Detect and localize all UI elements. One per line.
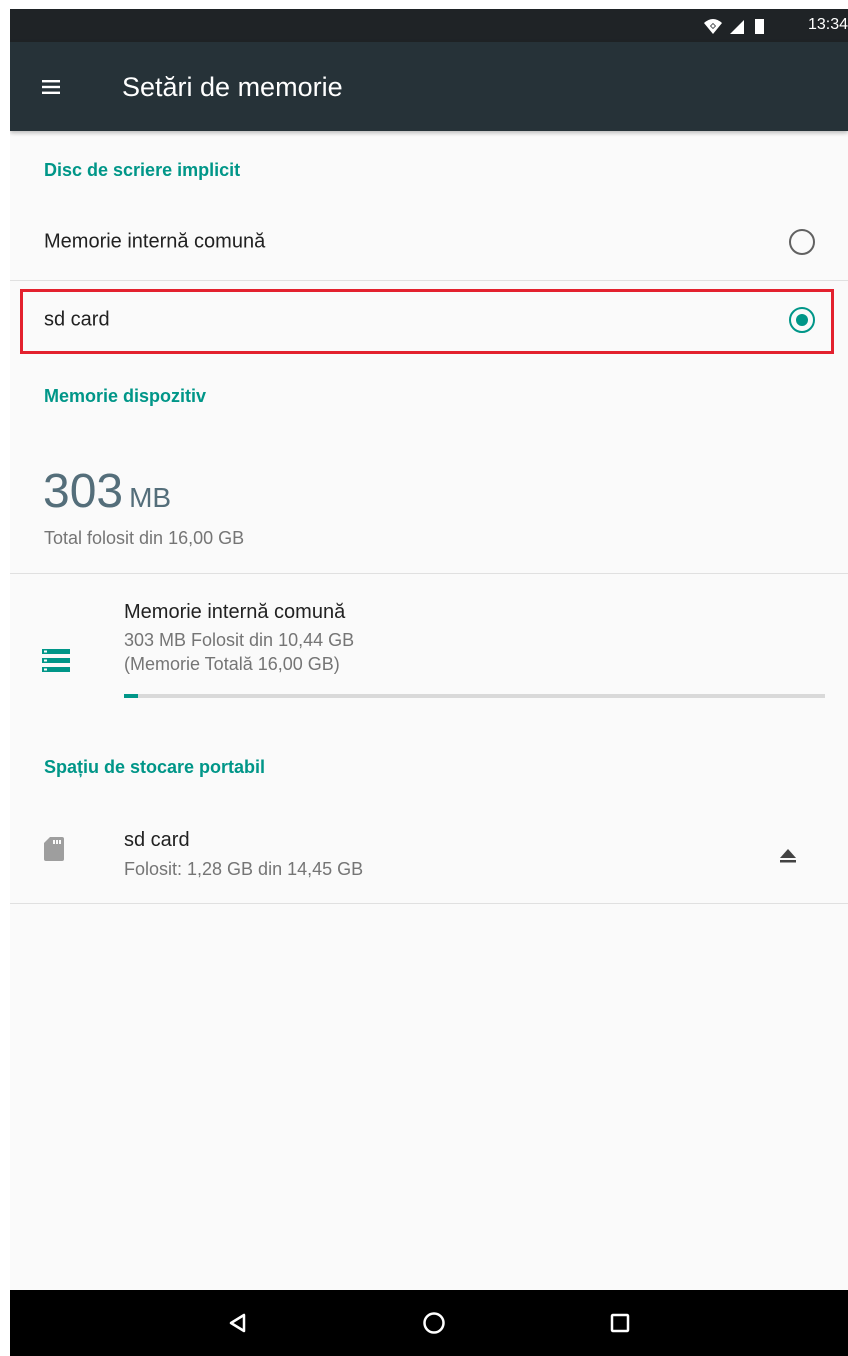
- storage-total-text: Total folosit din 16,00 GB: [44, 528, 245, 548]
- menu-button[interactable]: [37, 72, 67, 102]
- radio-label-internal: Memorie internă comună: [44, 230, 266, 253]
- sd-card-subtitle: Folosit: 1,28 GB din 14,45 GB: [124, 859, 364, 879]
- eject-icon: [780, 849, 796, 863]
- internal-storage-item[interactable]: Memorie internă comună 303 MB Folosit di…: [10, 574, 848, 704]
- storage-used-value: 303: [43, 465, 124, 518]
- internal-storage-title: Memorie internă comună: [124, 601, 346, 623]
- eject-button[interactable]: [770, 839, 806, 875]
- page-title: Setări de memorie: [122, 72, 343, 102]
- radio-option-sd-card[interactable]: sd card: [10, 284, 848, 356]
- home-button[interactable]: [416, 1305, 452, 1341]
- battery-icon: [755, 19, 764, 34]
- navigation-bar: [10, 1290, 848, 1356]
- wifi-icon: [704, 19, 722, 34]
- storage-icon: [42, 649, 70, 672]
- back-icon: [229, 1313, 246, 1333]
- sd-card-item[interactable]: sd card Folosit: 1,28 GB din 14,45 GB: [10, 809, 848, 902]
- storage-progress-bar: [124, 694, 825, 698]
- back-button[interactable]: [220, 1305, 256, 1341]
- radio-dot-selected: [796, 314, 808, 326]
- app-bar: Setări de memorie: [10, 42, 848, 131]
- sd-card-icon: [44, 837, 64, 861]
- section-header-device-storage: Memorie dispozitiv: [44, 386, 207, 406]
- status-time: 13:34: [807, 16, 848, 33]
- status-icons: [704, 19, 764, 34]
- divider: [10, 280, 848, 281]
- radio-option-internal-storage[interactable]: Memorie internă comună: [10, 206, 848, 278]
- home-icon: [423, 1312, 445, 1334]
- radio-label-sd-card: sd card: [44, 308, 110, 331]
- status-bar: 13:34: [10, 9, 848, 42]
- menu-icon: [42, 80, 60, 94]
- storage-used-unit: MB: [129, 482, 172, 513]
- radio-button-sd-card[interactable]: [789, 307, 815, 333]
- section-header-portable-storage: Spațiu de stocare portabil: [44, 757, 266, 777]
- internal-storage-total: (Memorie Totală 16,00 GB): [124, 654, 340, 674]
- storage-progress-fill: [124, 694, 139, 698]
- recents-button[interactable]: [602, 1305, 638, 1341]
- storage-used-summary: 303 MB: [43, 464, 171, 519]
- internal-storage-used: 303 MB Folosit din 10,44 GB: [124, 630, 355, 650]
- recents-icon: [610, 1313, 630, 1333]
- screen: 13:34 Setări de memorie Disc de scriere …: [10, 9, 848, 1356]
- radio-button-internal[interactable]: [789, 229, 815, 255]
- sd-card-title: sd card: [124, 829, 190, 851]
- divider: [10, 903, 848, 904]
- section-header-default-disk: Disc de scriere implicit: [44, 160, 241, 180]
- signal-icon: [730, 20, 744, 34]
